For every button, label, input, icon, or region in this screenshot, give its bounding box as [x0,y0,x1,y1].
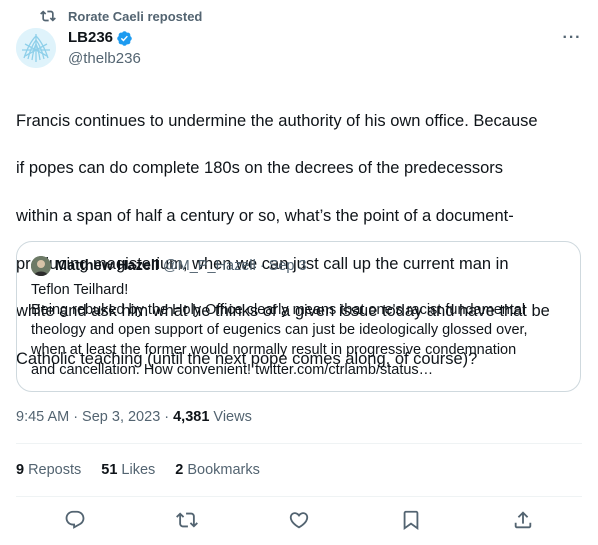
bookmark-icon[interactable] [400,509,422,531]
quoted-text-line: theology and open support of eugenics ca… [31,322,528,338]
more-options-button[interactable]: ··· [562,28,582,48]
divider [16,496,582,497]
tweet-date[interactable]: Sep 3, 2023 [82,409,160,425]
reposts-stat[interactable]: 9 Reposts [16,462,81,478]
author-handle[interactable]: @thelb236 [68,50,141,68]
engagement-stats: 9 Reposts 51 Likes 2 Bookmarks [16,462,280,478]
quoted-date[interactable]: Sep 3 [269,257,307,275]
tweet-text-line: within a span of half a century or so, w… [16,206,514,225]
social-context-text: Rorate Caeli reposted [68,8,203,24]
reposts-count: 9 [16,462,25,478]
author-display-name[interactable]: LB236 [68,29,141,47]
quoted-text-line: Being rebuked by the Holy Office clearly… [31,302,526,318]
separator-dot: · [73,409,79,425]
quoted-tweet[interactable]: Matthew Hazell @M_P_Hazell · Sep 3 Teflo… [16,241,581,392]
quoted-tweet-header: Matthew Hazell @M_P_Hazell · Sep 3 [31,256,307,276]
quoted-text-line: Teflon Teilhard! [31,282,129,298]
views-label: Views [213,409,252,425]
bookmarks-count: 2 [175,462,184,478]
quoted-text-line: and cancellation. How convenient! twitte… [31,362,434,378]
heart-icon[interactable] [288,509,310,531]
views-count: 4,381 [173,409,210,425]
divider [16,443,582,444]
bookmarks-label: Bookmarks [187,462,260,478]
likes-label: Likes [121,462,156,478]
tweet-meta: 9:45 AM · Sep 3, 2023 · 4,381 Views [16,409,252,425]
author-name-text: LB236 [68,29,114,46]
share-icon[interactable] [512,509,534,531]
quoted-avatar[interactable] [31,256,51,276]
quoted-text-line: when at least the former would normally … [31,342,517,358]
tweet-time[interactable]: 9:45 AM [16,409,69,425]
verified-badge-icon[interactable] [116,30,133,47]
quoted-tweet-text: Teflon Teilhard! Being rebuked by the Ho… [31,280,571,380]
reply-icon[interactable] [64,509,86,531]
repost-icon[interactable] [176,509,198,531]
action-bar [16,503,582,537]
social-context[interactable]: Rorate Caeli reposted [40,8,202,24]
quoted-author-handle[interactable]: @M_P_Hazell [163,257,256,275]
tweet-text-line: if popes can do complete 180s on the dec… [16,159,504,178]
repost-icon [40,8,56,24]
bookmarks-stat[interactable]: 2 Bookmarks [175,462,260,478]
separator-dot: · [259,258,265,274]
separator-dot: · [164,409,170,425]
reposts-label: Reposts [28,462,82,478]
quoted-author-name[interactable]: Matthew Hazell [55,257,159,275]
avatar[interactable] [16,28,56,68]
likes-count: 51 [101,462,118,478]
likes-stat[interactable]: 51 Likes [101,462,155,478]
tweet-text-line: Francis continues to undermine the autho… [16,111,538,130]
